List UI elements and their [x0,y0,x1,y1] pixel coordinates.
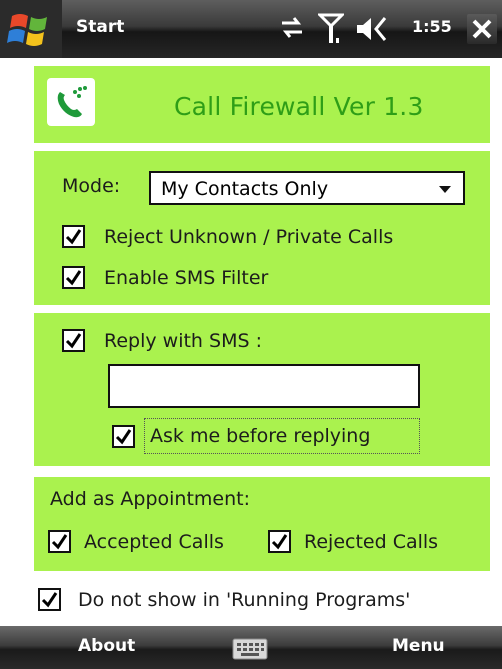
reply-sms-label[interactable]: Reply with SMS : [104,330,262,352]
checkmark-icon [51,534,68,550]
connectivity-icon[interactable] [278,12,306,48]
phone-call-icon [47,78,95,126]
hide-running-programs-checkbox[interactable] [38,588,61,611]
sms-message-input[interactable] [108,364,420,408]
sms-filter-checkbox[interactable] [62,266,85,289]
chevron-down-icon [439,186,451,193]
accepted-calls-checkbox[interactable] [48,530,71,553]
checkmark-icon [115,429,132,445]
keyboard-icon[interactable] [232,638,268,660]
clock[interactable]: 1:55 [412,17,452,36]
softkey-bar: About Menu [0,626,502,669]
app-title: Call Firewall Ver 1.3 [174,92,424,121]
about-softkey[interactable]: About [78,636,135,656]
close-button[interactable] [467,14,497,44]
start-label[interactable]: Start [76,17,124,37]
checkmark-icon [65,229,82,245]
checkmark-icon [65,333,82,349]
checkmark-icon [65,270,82,286]
mode-select[interactable]: My Contacts Only [149,171,465,205]
mode-label: Mode: [62,175,121,197]
title-bar: Start 1:55 [0,0,502,58]
windows-flag-icon [0,0,62,58]
accepted-calls-label[interactable]: Accepted Calls [84,531,224,553]
mode-select-value: My Contacts Only [161,178,329,200]
rejected-calls-checkbox[interactable] [268,530,291,553]
hide-running-programs-label[interactable]: Do not show in 'Running Programs' [78,589,410,611]
appointment-heading: Add as Appointment: [50,488,251,510]
appointment-panel: Add as Appointment: Accepted Calls Rejec… [34,477,490,571]
settings-panel: Mode: My Contacts Only Reject Unknown / … [34,151,490,305]
checkmark-icon [271,534,288,550]
signal-icon[interactable] [316,12,346,50]
menu-softkey[interactable]: Menu [392,636,445,656]
ask-before-checkbox[interactable] [112,425,135,448]
reply-sms-checkbox[interactable] [62,329,85,352]
start-button[interactable] [0,0,62,58]
reply-panel: Reply with SMS : Ask me before replying [34,313,490,466]
reject-unknown-label[interactable]: Reject Unknown / Private Calls [104,226,393,248]
checkmark-icon [41,592,58,608]
rejected-calls-label[interactable]: Rejected Calls [304,531,438,553]
ask-before-label[interactable]: Ask me before replying [150,425,370,447]
reject-unknown-checkbox[interactable] [62,225,85,248]
app-header: Call Firewall Ver 1.3 [34,66,490,143]
volume-icon[interactable] [355,12,395,50]
sms-filter-label[interactable]: Enable SMS Filter [104,267,268,289]
close-icon [472,19,492,39]
